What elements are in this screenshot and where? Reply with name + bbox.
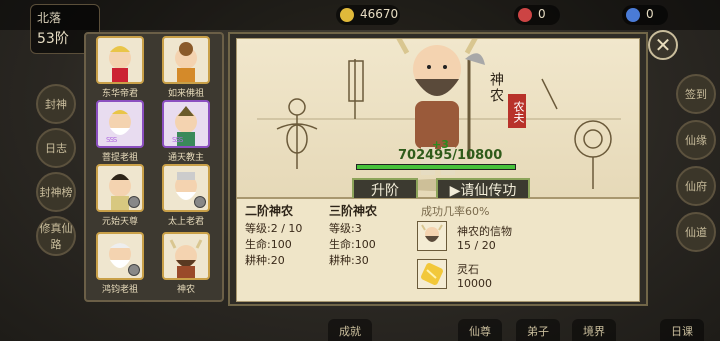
close-button[interactable]: ✕ — [648, 30, 678, 60]
character-portrait — [162, 232, 210, 280]
side-button-right-4[interactable]: 仙道 — [676, 212, 716, 252]
gem-icon — [518, 8, 532, 22]
progress-bar — [356, 164, 516, 170]
bottom-button-1[interactable]: 成就 — [328, 319, 372, 341]
resource-3[interactable]: 0 — [622, 5, 668, 25]
shennong-token-icon[interactable] — [417, 221, 447, 251]
stage-info-panel: 二阶神农 等级:2 / 10 生命:100 耕种:20 三阶神农 等级:3 生命… — [236, 198, 640, 302]
side-button-left-2[interactable]: 日志 — [36, 128, 76, 168]
character-portrait — [96, 164, 144, 212]
side-button-right-3[interactable]: 仙府 — [676, 166, 716, 206]
lock-icon — [128, 196, 140, 208]
character-card[interactable]: SSS 菩提老祖 — [92, 100, 148, 163]
character-name: 如来佛祖 — [167, 89, 204, 99]
character-portrait — [96, 232, 144, 280]
character-card[interactable]: 元始天尊 — [92, 164, 148, 227]
next-stage-hp: 生命:100 — [329, 238, 376, 251]
item-2-name: 灵石 — [457, 263, 479, 276]
star-rating: SSS — [172, 136, 183, 144]
item-1-amount: 15 / 20 — [457, 239, 496, 252]
character-name: 太上老君 — [167, 217, 204, 227]
character-card[interactable]: 鸿钧老祖 — [92, 232, 148, 295]
bottom-button-2[interactable]: 仙尊 — [458, 319, 502, 341]
character-name-vertical: 神农 — [488, 72, 504, 104]
character-name: 元始天尊 — [101, 217, 138, 227]
character-portrait — [96, 36, 144, 84]
character-card[interactable]: 东华帝君 — [92, 36, 148, 99]
character-portrait — [162, 164, 210, 212]
character-portrait: SSS — [96, 100, 144, 148]
character-name: 神农 — [176, 285, 195, 295]
item-1-name: 神农的信物 — [457, 225, 512, 238]
side-button-left-1[interactable]: 封神 — [36, 84, 76, 124]
gold-icon — [340, 8, 354, 22]
resource-2[interactable]: 0 — [514, 5, 560, 25]
character-name: 东华帝君 — [101, 89, 138, 99]
bottom-button-3[interactable]: 弟子 — [516, 319, 560, 341]
progress-fill — [357, 165, 515, 169]
character-card[interactable]: 如来佛祖 — [158, 36, 214, 99]
lock-icon — [194, 196, 206, 208]
character-title-badge: 农夫 — [508, 94, 526, 128]
next-stage-title: 三阶神农 — [329, 204, 378, 218]
character-portrait: SSS — [162, 100, 210, 148]
resource-gold[interactable]: 46670 — [336, 5, 400, 25]
character-name: 通天教主 — [167, 153, 204, 163]
spirit-stone-icon[interactable] — [417, 259, 447, 289]
character-portrait — [162, 36, 210, 84]
bottom-button-5[interactable]: 日课 — [660, 319, 704, 341]
character-name: 菩提老祖 — [101, 153, 138, 163]
side-button-right-2[interactable]: 仙缘 — [676, 120, 716, 160]
character-detail-panel: 神农 农夫 +3 702495/10800 升阶 ▶请仙传功 二阶神农 等级:2… — [228, 32, 648, 306]
character-list[interactable]: 东华帝君 如来佛祖 SSS 菩提老祖 SSS 通天教主 元始天尊 太上老君 鸿钧… — [84, 32, 224, 302]
current-stage-title: 二阶神农 — [245, 204, 294, 218]
character-name: 鸿钧老祖 — [101, 285, 138, 295]
character-card[interactable]: 太上老君 — [158, 164, 214, 227]
success-rate: 成功几率60% — [421, 205, 490, 218]
item-2-amount: 10000 — [457, 277, 492, 290]
lock-icon — [128, 264, 140, 276]
next-stage-level: 等级:3 — [329, 222, 362, 235]
character-card-selected[interactable]: 神农 — [158, 232, 214, 295]
star-rating: SSS — [106, 136, 117, 144]
progress-text: 702495/10800 — [398, 148, 503, 163]
current-stage-hp: 生命:100 — [245, 238, 292, 251]
side-button-left-4[interactable]: 修真仙路 — [36, 216, 76, 256]
current-stage-level: 等级:2 / 10 — [245, 222, 303, 235]
next-stage-farming: 耕种:30 — [329, 254, 369, 267]
player-region: 北落 — [37, 11, 62, 25]
character-stage — [236, 38, 640, 198]
current-stage-farming: 耕种:20 — [245, 254, 285, 267]
character-card[interactable]: SSS 通天教主 — [158, 100, 214, 163]
side-button-left-3[interactable]: 封神榜 — [36, 172, 76, 212]
bottom-button-4[interactable]: 境界 — [572, 319, 616, 341]
stage-art — [257, 39, 621, 191]
close-icon: ✕ — [654, 33, 672, 57]
side-button-right-1[interactable]: 签到 — [676, 74, 716, 114]
crystal-icon — [626, 8, 640, 22]
